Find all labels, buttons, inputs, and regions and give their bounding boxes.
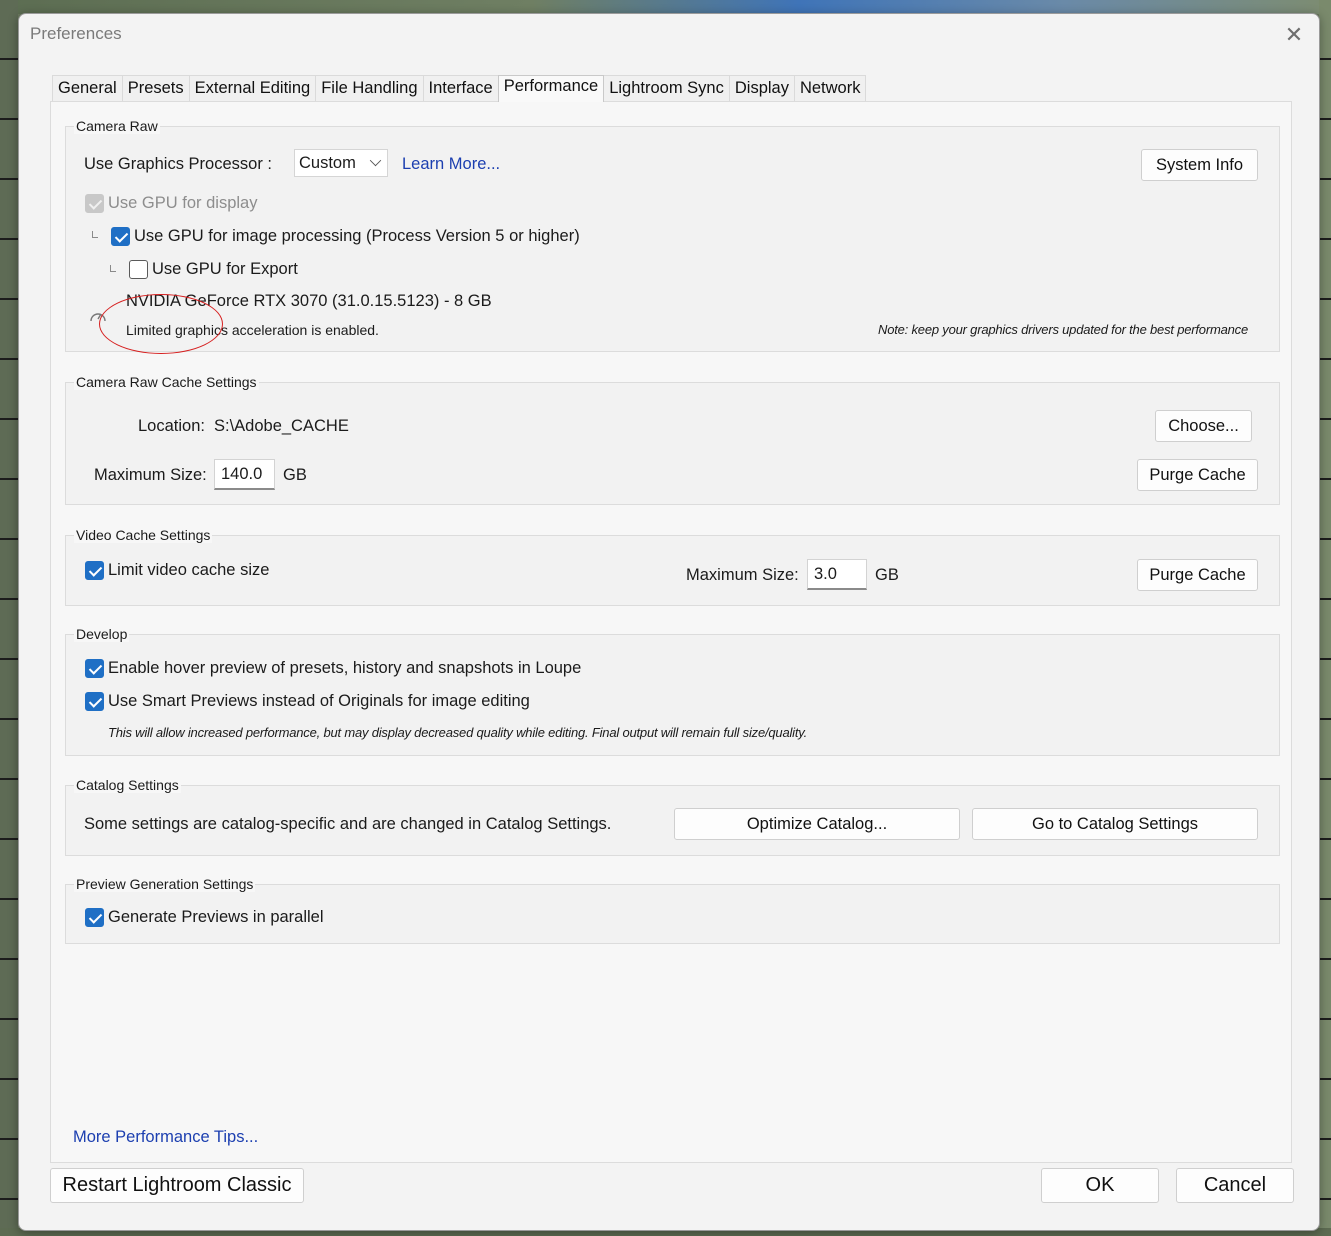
smart-previews-checkbox[interactable] bbox=[85, 692, 104, 711]
cache-location-value: S:\Adobe_CACHE bbox=[214, 417, 349, 435]
ok-button[interactable]: OK bbox=[1041, 1168, 1159, 1203]
hover-preview-checkbox[interactable] bbox=[85, 659, 104, 678]
tree-connector bbox=[110, 265, 116, 272]
camera-raw-group: Camera Raw Use Graphics Processor : Cust… bbox=[65, 118, 1280, 352]
restart-lightroom-button[interactable]: Restart Lightroom Classic bbox=[50, 1168, 304, 1203]
gpu-status: Limited graphics acceleration is enabled… bbox=[126, 322, 379, 338]
tab-performance[interactable]: Performance bbox=[497, 75, 605, 102]
cache-size-unit: GB bbox=[283, 466, 307, 484]
tree-connector bbox=[92, 231, 98, 238]
performance-panel: Camera Raw Use Graphics Processor : Cust… bbox=[50, 101, 1292, 1163]
gpu-select[interactable]: Custom bbox=[294, 149, 388, 177]
develop-group-label: Develop bbox=[74, 626, 130, 642]
cache-max-size-input[interactable]: 140.0 bbox=[214, 459, 275, 490]
tab-interface[interactable]: Interface bbox=[422, 75, 499, 102]
purge-video-cache-button[interactable]: Purge Cache bbox=[1137, 559, 1258, 591]
video-max-size-input[interactable]: 3.0 bbox=[807, 559, 867, 590]
video-cache-group-label: Video Cache Settings bbox=[74, 527, 213, 543]
use-gpu-export-label: Use GPU for Export bbox=[152, 260, 298, 278]
camera-raw-cache-group-label: Camera Raw Cache Settings bbox=[74, 374, 259, 390]
limit-video-cache-checkbox[interactable] bbox=[85, 561, 104, 580]
use-gpu-display-checkbox[interactable] bbox=[85, 194, 104, 213]
gpu-select-value: Custom bbox=[299, 154, 356, 172]
tab-file-handling[interactable]: File Handling bbox=[315, 75, 424, 102]
use-gpu-processing-checkbox[interactable] bbox=[111, 227, 130, 246]
purge-camera-raw-cache-button[interactable]: Purge Cache bbox=[1137, 459, 1258, 491]
gpu-label: Use Graphics Processor : bbox=[84, 155, 272, 173]
tab-network[interactable]: Network bbox=[793, 75, 867, 102]
tab-general[interactable]: General bbox=[52, 75, 123, 102]
hover-preview-label: Enable hover preview of presets, history… bbox=[108, 659, 582, 677]
tab-lightroom-sync[interactable]: Lightroom Sync bbox=[603, 75, 730, 102]
use-gpu-export-checkbox[interactable] bbox=[129, 260, 148, 279]
close-icon[interactable]: ✕ bbox=[1283, 24, 1305, 46]
generate-previews-parallel-checkbox[interactable] bbox=[85, 908, 104, 927]
driver-note: Note: keep your graphics drivers updated… bbox=[878, 322, 1248, 337]
tab-display[interactable]: Display bbox=[728, 75, 795, 102]
desktop-background-top bbox=[0, 0, 1331, 14]
tab-bar: General Presets External Editing File Ha… bbox=[52, 75, 867, 102]
cache-max-size-label: Maximum Size: bbox=[94, 466, 207, 484]
camera-raw-group-label: Camera Raw bbox=[74, 118, 160, 134]
tab-external-editing[interactable]: External Editing bbox=[188, 75, 317, 102]
limit-video-cache-label: Limit video cache size bbox=[108, 561, 270, 579]
optimize-catalog-button[interactable]: Optimize Catalog... bbox=[674, 808, 960, 840]
catalog-settings-group-label: Catalog Settings bbox=[74, 777, 181, 793]
use-gpu-display-label: Use GPU for display bbox=[108, 194, 258, 212]
go-to-catalog-settings-button[interactable]: Go to Catalog Settings bbox=[972, 808, 1258, 840]
preferences-dialog: Preferences ✕ General Presets External E… bbox=[18, 13, 1320, 1231]
dialog-title: Preferences bbox=[30, 24, 122, 43]
desktop-background-right bbox=[1319, 0, 1331, 1236]
catalog-settings-group: Catalog Settings Some settings are catal… bbox=[65, 777, 1280, 856]
gpu-name: NVIDIA GeForce RTX 3070 (31.0.15.5123) -… bbox=[126, 292, 492, 310]
smart-previews-label: Use Smart Previews instead of Originals … bbox=[108, 692, 530, 710]
camera-raw-cache-group: Camera Raw Cache Settings Location: S:\A… bbox=[65, 374, 1280, 505]
use-gpu-processing-label: Use GPU for image processing (Process Ve… bbox=[134, 227, 580, 245]
preview-generation-group: Preview Generation Settings Generate Pre… bbox=[65, 876, 1280, 944]
generate-previews-parallel-label: Generate Previews in parallel bbox=[108, 908, 324, 926]
develop-group: Develop Enable hover preview of presets,… bbox=[65, 626, 1280, 756]
video-max-size-label: Maximum Size: bbox=[686, 566, 799, 584]
desktop-background-left bbox=[0, 0, 18, 1236]
smart-previews-note: This will allow increased performance, b… bbox=[108, 725, 808, 740]
tab-presets[interactable]: Presets bbox=[121, 75, 190, 102]
cache-location-label: Location: bbox=[138, 417, 205, 435]
catalog-description: Some settings are catalog-specific and a… bbox=[84, 815, 612, 833]
preview-generation-group-label: Preview Generation Settings bbox=[74, 876, 256, 892]
video-cache-group: Video Cache Settings Limit video cache s… bbox=[65, 527, 1280, 606]
more-performance-tips-link[interactable]: More Performance Tips... bbox=[73, 1128, 258, 1147]
chevron-down-icon bbox=[369, 154, 382, 167]
cancel-button[interactable]: Cancel bbox=[1176, 1168, 1294, 1203]
system-info-button[interactable]: System Info bbox=[1141, 149, 1258, 181]
choose-location-button[interactable]: Choose... bbox=[1155, 410, 1252, 442]
video-size-unit: GB bbox=[875, 566, 899, 584]
gauge-icon bbox=[90, 313, 106, 322]
learn-more-link[interactable]: Learn More... bbox=[402, 155, 500, 174]
